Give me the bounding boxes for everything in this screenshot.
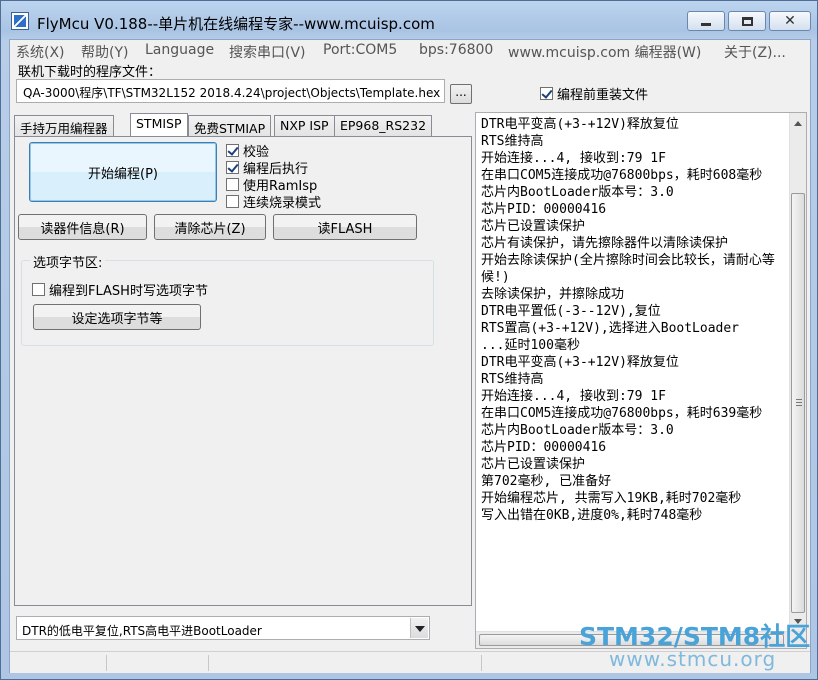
menu-system[interactable]: 系统(X) (16, 42, 65, 62)
close-icon: ✕ (784, 13, 796, 29)
status-cell (107, 655, 209, 671)
log-line: RTS维持高 (481, 134, 544, 149)
app-window: FlyMcu V0.188--单片机在线编程专家--www.mcuisp.com… (0, 0, 818, 680)
watermark-url: www.stmcu.org (609, 647, 777, 671)
status-cell (10, 655, 107, 671)
minimize-button[interactable] (687, 11, 725, 31)
log-line: 开始连接...4, 接收到:79 1F (481, 389, 666, 404)
run-after-program-check-icon (226, 161, 239, 174)
reset-mode-value: DTR的低电平复位,RTS高电平进BootLoader (22, 624, 262, 638)
reload-file-checkbox[interactable]: 编程前重装文件 (540, 84, 648, 103)
log-line: 写入出错在0KB,进度0%,耗时748毫秒 (481, 508, 703, 523)
log-line: DTR电平变高(+3-+12V)释放复位 (481, 117, 679, 132)
verify-check-icon (226, 144, 239, 157)
client-area: 系统(X) 帮助(Y) Language 搜索串口(V) Port:COM5 b… (9, 39, 811, 673)
write-option-bytes-label: 编程到FLASH时写选项字节 (49, 284, 208, 299)
log-line: RTS维持高 (481, 372, 544, 387)
log-line: 芯片已设置读保护 (481, 457, 586, 472)
status-cell (209, 655, 482, 671)
log-line: 芯片PID：00000416 (481, 440, 607, 455)
program-file-path-input[interactable]: QA-3000\程序\TF\STM32L152 2018.4.24\projec… (16, 79, 445, 103)
read-flash-button[interactable]: 读FLASH (273, 214, 417, 240)
menu-search-port[interactable]: 搜索串口(V) (229, 42, 306, 62)
log-line: 开始连接...4, 接收到:79 1F (481, 151, 666, 166)
write-option-bytes-check-icon (32, 283, 45, 296)
log-line: 芯片PID：00000416 (481, 202, 607, 217)
menu-about[interactable]: 关于(Z)... (724, 42, 786, 62)
set-option-bytes-button[interactable]: 设定选项字节等 (33, 304, 201, 330)
program-file-label: 联机下载时的程序文件： (18, 65, 162, 80)
log-line: 开始编程芯片, 共需写入19KB,耗时702毫秒 (481, 491, 742, 506)
stmisp-panel: 开始编程(P) 校验 编程后执行 使用RamIsp 连续烧录模式 读器件信息(R… (14, 136, 472, 606)
log-line: RTS置高(+3-+12V),选择进入BootLoader (481, 321, 740, 336)
reset-mode-select[interactable]: DTR的低电平复位,RTS高电平进BootLoader (16, 616, 430, 640)
log-line: 芯片已设置读保护 (481, 219, 586, 234)
tab-nxp-isp[interactable]: NXP ISP (274, 115, 335, 136)
erase-chip-button[interactable]: 清除芯片(Z) (154, 214, 266, 240)
continuous-burn-checkbox[interactable]: 连续烧录模式 (226, 192, 321, 211)
menu-language[interactable]: Language (145, 42, 214, 58)
scroll-up-icon[interactable] (794, 117, 802, 126)
tab-free-stmiap[interactable]: 免费STMIAP (188, 115, 272, 136)
log-line: 第702毫秒, 已准备好 (481, 474, 612, 489)
option-bytes-title: 选项字节区: (30, 252, 106, 271)
minimize-icon (701, 22, 711, 26)
tab-ep968-rs232[interactable]: EP968_RS232 (334, 115, 433, 136)
log-output[interactable]: DTR电平变高(+3-+12V)释放复位 RTS维持高 开始连接...4, 接收到:… (475, 112, 807, 649)
log-line: 芯片内BootLoader版本号：3.0 (481, 423, 674, 438)
menu-programmer[interactable]: www.mcuisp.com 编程器(W) (508, 42, 701, 62)
log-line: ...延时100毫秒 (481, 338, 580, 353)
menu-bar: 系统(X) 帮助(Y) Language 搜索串口(V) Port:COM5 b… (10, 40, 810, 62)
log-line: 芯片有读保护，请先擦除器件以清除读保护 (481, 236, 729, 251)
start-programming-button[interactable]: 开始编程(P) (29, 142, 217, 202)
menu-bps[interactable]: bps:76800 (419, 42, 493, 58)
log-vertical-scrollbar[interactable] (789, 113, 806, 632)
log-line: DTR电平变高(+3-+12V)释放复位 (481, 355, 679, 370)
log-line: 在串口COM5连接成功@76800bps，耗时639毫秒 (481, 406, 763, 421)
menu-help[interactable]: 帮助(Y) (81, 42, 128, 62)
menu-port[interactable]: Port:COM5 (323, 42, 397, 58)
maximize-icon (741, 16, 753, 26)
log-lines: DTR电平变高(+3-+12V)释放复位 RTS维持高 开始连接...4, 接收到:… (481, 116, 781, 524)
log-line: 在串口COM5连接成功@76800bps，耗时608毫秒 (481, 168, 763, 183)
title-bar[interactable]: FlyMcu V0.188--单片机在线编程专家--www.mcuisp.com… (1, 1, 817, 39)
browse-button[interactable]: ... (450, 84, 472, 104)
app-logo-icon (11, 12, 29, 30)
continuous-burn-label: 连续烧录模式 (243, 196, 322, 211)
log-line: DTR电平置低(-3--12V),复位 (481, 304, 661, 319)
log-line: 去除读保护，并擦除成功 (481, 287, 625, 302)
log-line: 开始去除读保护(全片擦除时间会比较长，请耐心等候!) (481, 253, 775, 285)
read-device-info-button[interactable]: 读器件信息(R) (18, 214, 147, 240)
close-button[interactable]: ✕ (769, 11, 811, 31)
window-title: FlyMcu V0.188--单片机在线编程专家--www.mcuisp.com (37, 15, 435, 33)
grip-icon (796, 399, 802, 406)
write-option-bytes-checkbox[interactable]: 编程到FLASH时写选项字节 (32, 280, 208, 299)
chevron-down-icon[interactable] (410, 618, 428, 638)
use-ramisp-check-icon (226, 178, 239, 191)
tab-handheld-programmer[interactable]: 手持万用编程器 (14, 115, 114, 136)
tab-stmisp[interactable]: STMISP (130, 113, 188, 136)
option-bytes-group: 选项字节区: 编程到FLASH时写选项字节 设定选项字节等 (21, 252, 434, 346)
continuous-burn-check-icon (226, 195, 239, 208)
log-line: 芯片内BootLoader版本号：3.0 (481, 185, 674, 200)
reload-file-check-icon (540, 87, 553, 100)
reload-file-label: 编程前重装文件 (557, 88, 649, 103)
log-scroll-thumb[interactable] (791, 193, 805, 613)
watermark: STM32/STM8社区 www.stmcu.org (579, 617, 815, 675)
maximize-button[interactable] (728, 11, 766, 31)
